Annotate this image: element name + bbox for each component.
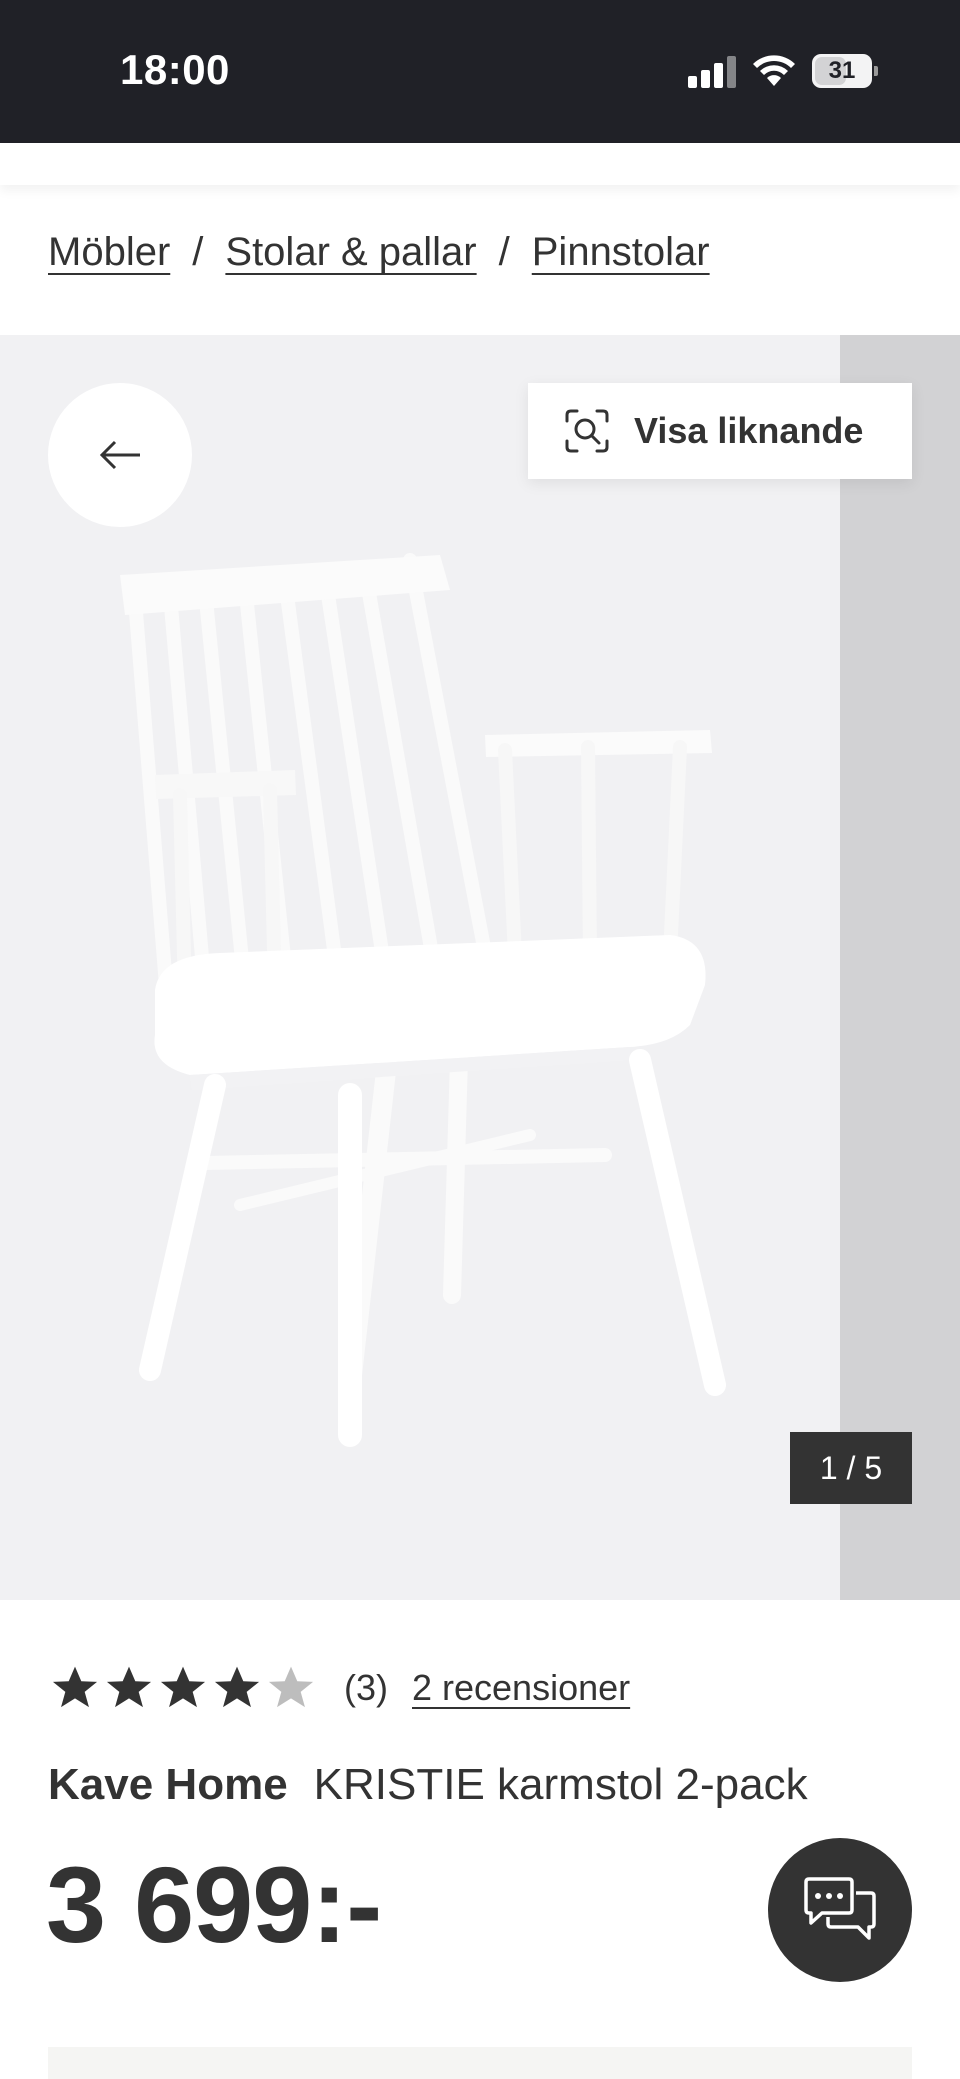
show-similar-button[interactable]: Visa liknande (528, 383, 912, 479)
show-similar-label: Visa liknande (634, 410, 864, 451)
reviews-link[interactable]: 2 recensioner (412, 1667, 630, 1709)
chat-bubbles-icon (804, 1877, 876, 1940)
rating-stars (48, 1661, 318, 1715)
star-filled-icon (214, 1666, 260, 1708)
status-bar: 18:00 31 (0, 0, 960, 143)
wifi-icon (753, 55, 795, 86)
breadcrumb-item-pinnstolar[interactable]: Pinnstolar (532, 230, 710, 274)
product-rating: (3) 2 recensioner (48, 1660, 630, 1716)
star-filled-icon (52, 1666, 98, 1708)
product-price: 3 699:- (46, 1844, 382, 1965)
breadcrumb: Möbler / Stolar & pallar / Pinnstolar (48, 230, 710, 275)
product-brand: Kave Home (48, 1760, 288, 1809)
chair-image (120, 553, 726, 1447)
chat-button[interactable] (768, 1838, 912, 1982)
header-band (0, 143, 960, 185)
product-image-gallery[interactable]: Visa liknande 1 / 5 (0, 335, 960, 1600)
arrow-left-icon (99, 440, 140, 470)
breadcrumb-item-mobler[interactable]: Möbler (48, 230, 170, 274)
info-card (48, 2047, 912, 2079)
back-button[interactable] (48, 383, 192, 527)
next-image-preview[interactable] (840, 335, 960, 1600)
status-time: 18:00 (120, 46, 230, 93)
star-filled-icon (106, 1666, 152, 1708)
rating-count: (3) (344, 1667, 388, 1708)
star-empty-icon (268, 1666, 314, 1708)
battery-icon: 31 (812, 54, 878, 88)
image-counter: 1 / 5 (790, 1432, 912, 1504)
breadcrumb-item-stolar-pallar[interactable]: Stolar & pallar (225, 230, 476, 274)
product-title: Kave Home KRISTIE karmstol 2-pack (48, 1760, 808, 1810)
product-name: KRISTIE karmstol 2-pack (313, 1760, 808, 1809)
breadcrumb-separator: / (498, 230, 510, 274)
breadcrumb-separator: / (192, 230, 204, 274)
star-filled-icon (160, 1666, 206, 1708)
visual-search-icon (565, 409, 609, 453)
cellular-signal-icon (688, 56, 736, 88)
battery-level: 31 (828, 57, 856, 84)
